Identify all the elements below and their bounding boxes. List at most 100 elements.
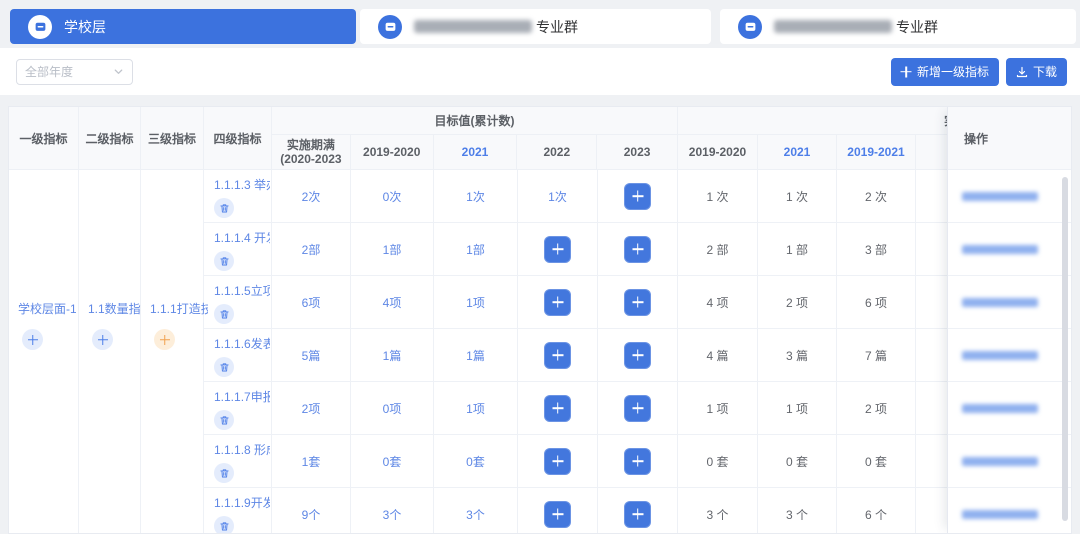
level4-indicator-link[interactable]: 1.1.1.5立项课	[214, 284, 270, 299]
year-filter-select[interactable]: 全部年度	[16, 59, 133, 85]
tab-group-suffix: 专业群	[536, 17, 578, 37]
target-value[interactable]: 9个	[272, 488, 351, 533]
plus-icon	[552, 244, 563, 255]
add-target-value-button[interactable]	[624, 501, 651, 528]
target-value[interactable]: 4项	[351, 276, 434, 329]
target-value[interactable]: 0项	[351, 382, 434, 435]
delete-icon[interactable]	[214, 463, 234, 483]
target-value[interactable]: 0套	[351, 435, 434, 488]
actual-value: 3 个	[678, 488, 758, 533]
delete-icon[interactable]	[214, 198, 234, 218]
add-target-value-button[interactable]	[544, 501, 571, 528]
tab-school-level[interactable]: 学校层	[10, 9, 356, 44]
target-value[interactable]: 6项	[272, 276, 351, 329]
delete-icon[interactable]	[214, 251, 234, 271]
target-value[interactable]: 2项	[272, 382, 351, 435]
add-target-value-button[interactable]	[624, 395, 651, 422]
actual-value: 4 篇	[678, 329, 758, 382]
target-value[interactable]: 1部	[351, 223, 434, 276]
target-value[interactable]: 3个	[351, 488, 434, 533]
delete-icon[interactable]	[214, 357, 234, 377]
target-value[interactable]: 1篇	[434, 329, 518, 382]
plus-icon	[632, 456, 643, 467]
add-level3-indicator-button[interactable]	[92, 329, 113, 350]
indicator-table: 一级指标 二级指标 三级指标 四级指标 目标值(累计数) 实施期满(2020-2…	[8, 106, 1072, 534]
plus-icon	[160, 335, 170, 345]
tab-professional-group-1[interactable]: 专业群	[360, 9, 711, 44]
add-target-value-button[interactable]	[624, 289, 651, 316]
add-level2-indicator-button[interactable]	[22, 329, 43, 350]
level4-indicator-link[interactable]: 1.1.1.8 形成职	[214, 443, 270, 458]
target-value[interactable]: 1次	[434, 170, 518, 223]
target-value[interactable]: 2次	[272, 170, 351, 223]
add-target-value-button[interactable]	[624, 236, 651, 263]
redacted-operation-link[interactable]	[962, 351, 1038, 360]
actual-value: 1 部	[758, 223, 837, 276]
plus-icon	[632, 244, 643, 255]
target-value[interactable]: 0次	[351, 170, 434, 223]
col-header-2021[interactable]: 2021	[434, 135, 518, 169]
redacted-operation-link[interactable]	[962, 245, 1038, 254]
redacted-operation-link[interactable]	[962, 298, 1038, 307]
level4-indicator-link[interactable]: 1.1.1.6发表论	[214, 337, 270, 352]
tab-professional-group-2[interactable]: 专业群	[720, 9, 1076, 44]
level3-indicator-cell: 1.1.1打造技术	[141, 170, 204, 533]
level4-indicator-link[interactable]: 1.1.1.3 举办省	[214, 178, 270, 193]
target-value[interactable]: 1套	[272, 435, 351, 488]
level4-indicator-link[interactable]: 1.1.1.4 开发课	[214, 231, 270, 246]
level4-indicator-link[interactable]: 1.1.1.7申报教	[214, 390, 270, 405]
target-value-group: 目标值(累计数) 实施期满(2020-2023 2019-2020 2021 2…	[272, 107, 678, 169]
add-level1-indicator-button[interactable]: 新增一级指标	[891, 58, 999, 86]
target-value[interactable]: 1次	[518, 170, 598, 223]
vertical-scrollbar[interactable]	[1062, 177, 1068, 521]
add-target-value-button[interactable]	[624, 342, 651, 369]
actual-value: 2 项	[837, 382, 916, 435]
add-target-value-button[interactable]	[544, 342, 571, 369]
table-body: 1.1.1.3 举办省 2次 0次 1次 1次 1 次 1 次 2 次	[9, 170, 1071, 533]
target-value[interactable]: 1篇	[351, 329, 434, 382]
plus-icon	[552, 456, 563, 467]
level4-indicator-link[interactable]: 1.1.1.9开发专	[214, 496, 270, 511]
add-target-value-button[interactable]	[624, 448, 651, 475]
delete-icon[interactable]	[214, 304, 234, 324]
tab-badge-icon	[28, 15, 52, 39]
delete-icon[interactable]	[214, 516, 234, 533]
redacted-operation-link[interactable]	[962, 457, 1038, 466]
redacted-operation-link[interactable]	[962, 192, 1038, 201]
col-header-actual-2021[interactable]: 2021	[758, 135, 837, 169]
table-scroll-area: 一级指标 二级指标 三级指标 四级指标 目标值(累计数) 实施期满(2020-2…	[9, 107, 1071, 533]
level1-indicator-link[interactable]: 学校层面-1.产	[18, 300, 76, 317]
actual-value: 1 项	[758, 382, 837, 435]
target-value[interactable]: 2部	[272, 223, 351, 276]
add-target-value-button[interactable]	[624, 183, 651, 210]
table-header: 一级指标 二级指标 三级指标 四级指标 目标值(累计数) 实施期满(2020-2…	[9, 107, 1071, 170]
plus-icon	[552, 509, 563, 520]
download-button[interactable]: 下载	[1006, 58, 1067, 86]
add-target-value-button[interactable]	[544, 236, 571, 263]
target-value[interactable]: 1项	[434, 382, 518, 435]
target-value[interactable]: 3个	[434, 488, 518, 533]
target-value[interactable]: 1部	[434, 223, 518, 276]
actual-value: 3 个	[758, 488, 837, 533]
level2-indicator-link[interactable]: 1.1数量指标	[88, 300, 146, 317]
add-level4-indicator-button[interactable]	[154, 329, 175, 350]
target-group-header: 目标值(累计数)	[272, 107, 677, 135]
actual-value: 0 套	[758, 435, 837, 488]
col-header-actual-2019-2021[interactable]: 2019-2021	[837, 135, 916, 169]
target-value[interactable]: 0套	[434, 435, 518, 488]
redacted-operation-link[interactable]	[962, 404, 1038, 413]
redacted-operation-link[interactable]	[962, 510, 1038, 519]
level3-indicator-link[interactable]: 1.1.1打造技术	[150, 300, 208, 317]
delete-icon[interactable]	[214, 410, 234, 430]
actual-value: 4 项	[678, 276, 758, 329]
tab-school-label: 学校层	[64, 17, 106, 37]
target-value[interactable]: 5篇	[272, 329, 351, 382]
col-header-implementation-period: 实施期满(2020-2023	[272, 135, 351, 169]
actual-value: 7 篇	[837, 329, 916, 382]
plus-icon	[632, 191, 643, 202]
target-value[interactable]: 1项	[434, 276, 518, 329]
add-target-value-button[interactable]	[544, 395, 571, 422]
actual-value: 2 次	[837, 170, 916, 223]
add-target-value-button[interactable]	[544, 448, 571, 475]
add-target-value-button[interactable]	[544, 289, 571, 316]
